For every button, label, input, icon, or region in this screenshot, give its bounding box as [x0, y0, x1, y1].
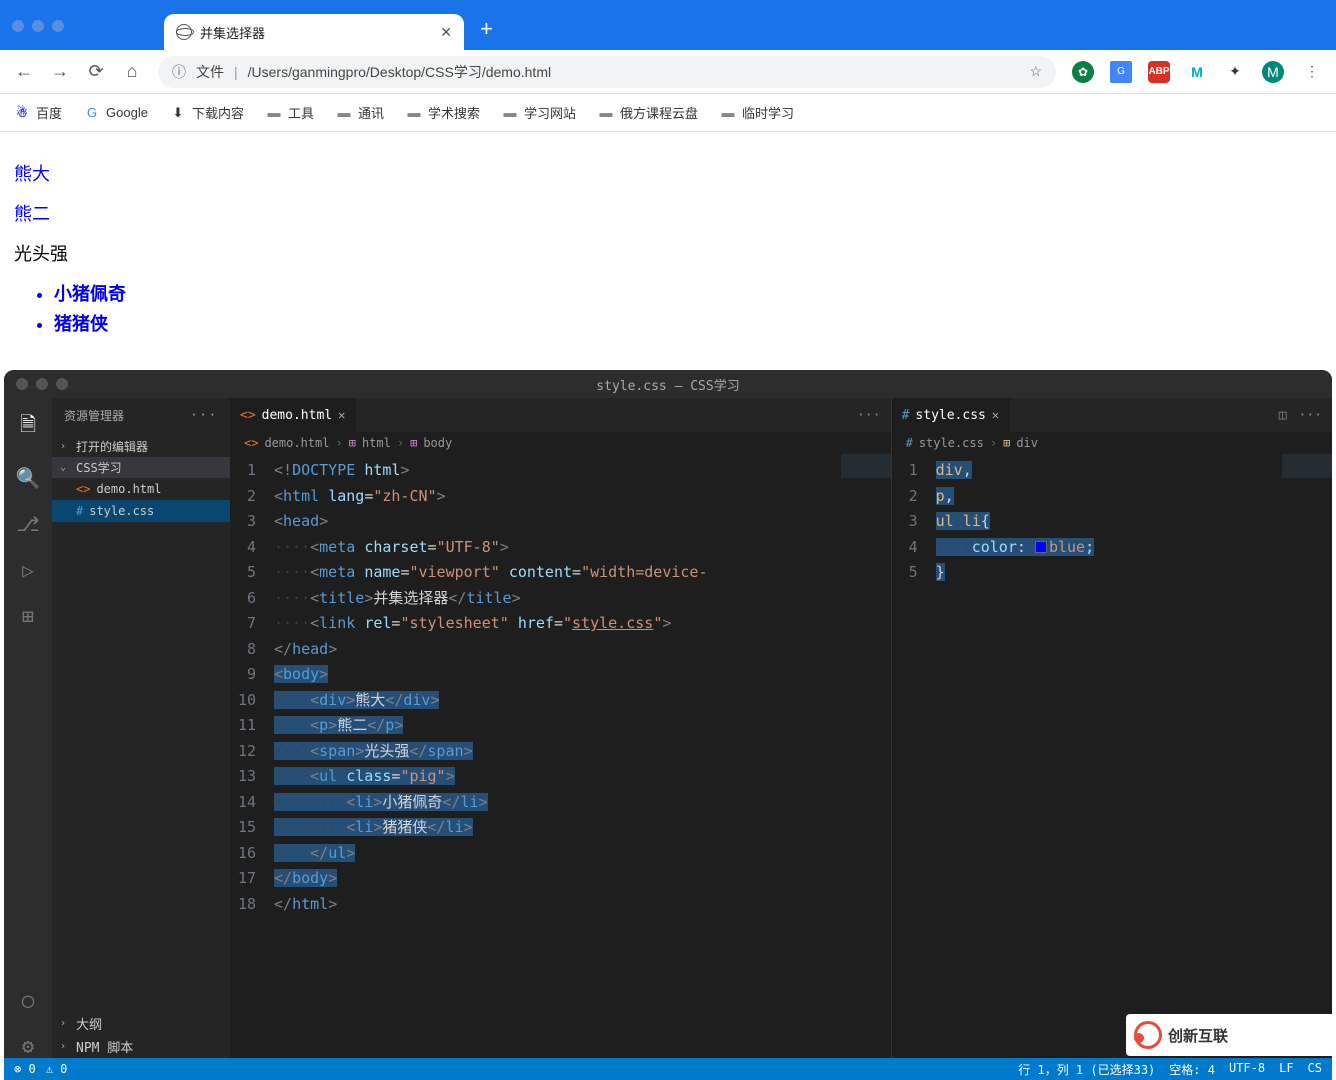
menu-icon[interactable]: ⋮ — [1300, 61, 1322, 83]
folder-icon: ▬ — [266, 105, 282, 121]
info-icon[interactable]: ⓘ — [172, 62, 186, 82]
status-bar: ⊗ 0 ⚠ 0 行 1，列 1 (已选择33) 空格: 4 UTF-8 LF C… — [4, 1058, 1332, 1080]
npm-section[interactable]: ›NPM 脚本 — [52, 1035, 230, 1058]
bookmark-folder[interactable]: ▬学术搜索 — [406, 103, 480, 122]
css-file-icon: # — [902, 408, 910, 423]
bookmark-folder[interactable]: ▬俄方课程云盘 — [598, 103, 698, 122]
editor-left: <>demo.html✕ ··· <>demo.html ›⊞html ›⊞bo… — [230, 398, 892, 1058]
more-icon[interactable]: ··· — [857, 408, 880, 423]
window-controls[interactable] — [12, 20, 64, 32]
bookmark-item[interactable]: ☃百度 — [14, 103, 62, 122]
status-cursor[interactable]: 行 1，列 1 (已选择33) — [1018, 1061, 1155, 1078]
forward-button[interactable]: → — [50, 61, 70, 82]
google-icon: G — [84, 105, 100, 121]
editor-tab[interactable]: #style.css✕ — [892, 398, 1011, 432]
minimap[interactable] — [1282, 454, 1332, 574]
profile-avatar[interactable]: M — [1262, 61, 1284, 83]
status-lang[interactable]: CS — [1308, 1061, 1322, 1078]
open-editors-section[interactable]: ›打开的编辑器 — [52, 436, 230, 457]
more-icon[interactable]: ··· — [190, 408, 218, 422]
page-span: 光头强 — [14, 240, 1322, 266]
status-encoding[interactable]: UTF-8 — [1229, 1061, 1265, 1078]
browser-toolbar: ← → ⟳ ⌂ ⓘ 文件 | /Users/ganmingpro/Desktop… — [0, 50, 1336, 94]
back-button[interactable]: ← — [14, 61, 34, 82]
search-icon[interactable]: 🔍 — [16, 466, 41, 490]
code-area[interactable]: 1div,2p,3ul li{4····color: blue;5} — [892, 454, 1332, 1058]
editor-right: #style.css✕ ◫ ··· #style.css ›⊞div 1div,2… — [892, 398, 1332, 1058]
bookmark-folder[interactable]: ▬工具 — [266, 103, 314, 122]
extension-icon[interactable]: M — [1186, 61, 1208, 83]
folder-section[interactable]: ⌄CSS学习 — [52, 457, 230, 478]
list-item: 小猪佩奇 — [54, 280, 1322, 306]
activity-bar: 🗎 🔍 ⎇ ▷ ⊞ ◯ ⚙ — [4, 398, 52, 1058]
html-file-icon: <> — [240, 408, 256, 423]
new-tab-button[interactable]: + — [480, 16, 493, 42]
translate-icon[interactable]: G — [1110, 61, 1132, 83]
file-item[interactable]: #style.css — [52, 500, 230, 522]
page-div: 熊大 — [14, 160, 1322, 186]
css-file-icon: # — [76, 504, 83, 518]
bookmark-folder[interactable]: ▬临时学习 — [720, 103, 794, 122]
adblock-icon[interactable]: ABP — [1148, 61, 1170, 83]
folder-icon: ▬ — [598, 105, 614, 121]
sidebar-header: 资源管理器 ··· — [52, 398, 230, 432]
file-item[interactable]: <>demo.html — [52, 478, 230, 500]
page-body: 熊大 熊二 光头强 小猪佩奇 猪猪侠 — [0, 132, 1336, 364]
folder-icon: ▬ — [336, 105, 352, 121]
close-icon[interactable]: ✕ — [440, 24, 452, 41]
html-file-icon: <> — [76, 482, 90, 496]
globe-icon — [176, 24, 192, 40]
extensions-icon[interactable]: ✦ — [1224, 61, 1246, 83]
more-icon[interactable]: ··· — [1299, 408, 1322, 423]
status-spaces[interactable]: 空格: 4 — [1169, 1061, 1215, 1078]
status-eol[interactable]: LF — [1279, 1061, 1293, 1078]
status-warnings[interactable]: ⚠ 0 — [46, 1062, 68, 1076]
bookmark-item[interactable]: ⬇下载内容 — [170, 103, 244, 122]
browser-titlebar: 并集选择器 ✕ + — [0, 0, 1336, 50]
settings-icon[interactable]: ⚙ — [22, 1034, 34, 1058]
vscode-titlebar[interactable]: style.css — CSS学习 — [4, 370, 1332, 398]
extensions-icon[interactable]: ⊞ — [22, 604, 34, 628]
explorer-icon[interactable]: 🗎 — [20, 410, 36, 444]
watermark-logo-icon — [1134, 1021, 1162, 1049]
code-area[interactable]: 1<!DOCTYPE html>2<html lang="zh-CN">3<he… — [230, 454, 891, 1058]
folder-icon: ▬ — [406, 105, 422, 121]
address-label: 文件 — [196, 62, 224, 82]
page-p: 熊二 — [14, 200, 1322, 226]
close-icon[interactable]: ✕ — [992, 408, 999, 422]
breadcrumb[interactable]: #style.css ›⊞div — [892, 432, 1332, 454]
source-control-icon[interactable]: ⎇ — [16, 512, 39, 536]
browser-tab[interactable]: 并集选择器 ✕ — [164, 14, 464, 50]
extension-icon[interactable]: ✿ — [1072, 61, 1094, 83]
address-path: /Users/ganmingpro/Desktop/CSS学习/demo.htm… — [248, 62, 551, 82]
home-button[interactable]: ⌂ — [122, 61, 142, 82]
page-ul: 小猪佩奇 猪猪侠 — [54, 280, 1322, 336]
editor-tab[interactable]: <>demo.html✕ — [230, 398, 356, 432]
tab-title: 并集选择器 — [200, 23, 432, 42]
window-title: style.css — CSS学习 — [4, 375, 1332, 394]
bookmark-item[interactable]: GGoogle — [84, 105, 148, 121]
close-icon[interactable]: ✕ — [338, 408, 345, 422]
watermark: 创新互联 — [1126, 1014, 1336, 1056]
debug-icon[interactable]: ▷ — [22, 558, 34, 582]
folder-icon: ▬ — [720, 105, 736, 121]
star-icon[interactable]: ☆ — [1029, 63, 1042, 80]
outline-section[interactable]: ›大纲 — [52, 1012, 230, 1035]
folder-icon: ▬ — [502, 105, 518, 121]
split-icon[interactable]: ◫ — [1279, 408, 1287, 423]
reload-button[interactable]: ⟳ — [86, 61, 106, 82]
address-bar[interactable]: ⓘ 文件 | /Users/ganmingpro/Desktop/CSS学习/d… — [158, 56, 1056, 88]
bookmarks-bar: ☃百度 GGoogle ⬇下载内容 ▬工具 ▬通讯 ▬学术搜索 ▬学习网站 ▬俄… — [0, 94, 1336, 132]
list-item: 猪猪侠 — [54, 310, 1322, 336]
download-icon: ⬇ — [170, 105, 186, 121]
sidebar: 资源管理器 ··· ›打开的编辑器 ⌄CSS学习 <>demo.html #st… — [52, 398, 230, 1058]
account-icon[interactable]: ◯ — [22, 988, 34, 1012]
breadcrumb[interactable]: <>demo.html ›⊞html ›⊞body — [230, 432, 891, 454]
status-errors[interactable]: ⊗ 0 — [14, 1062, 36, 1076]
bookmark-folder[interactable]: ▬通讯 — [336, 103, 384, 122]
baidu-icon: ☃ — [14, 105, 30, 121]
minimap[interactable] — [841, 454, 891, 574]
bookmark-folder[interactable]: ▬学习网站 — [502, 103, 576, 122]
vscode-window: style.css — CSS学习 🗎 🔍 ⎇ ▷ ⊞ ◯ ⚙ 资源管理器 ··… — [4, 370, 1332, 1080]
